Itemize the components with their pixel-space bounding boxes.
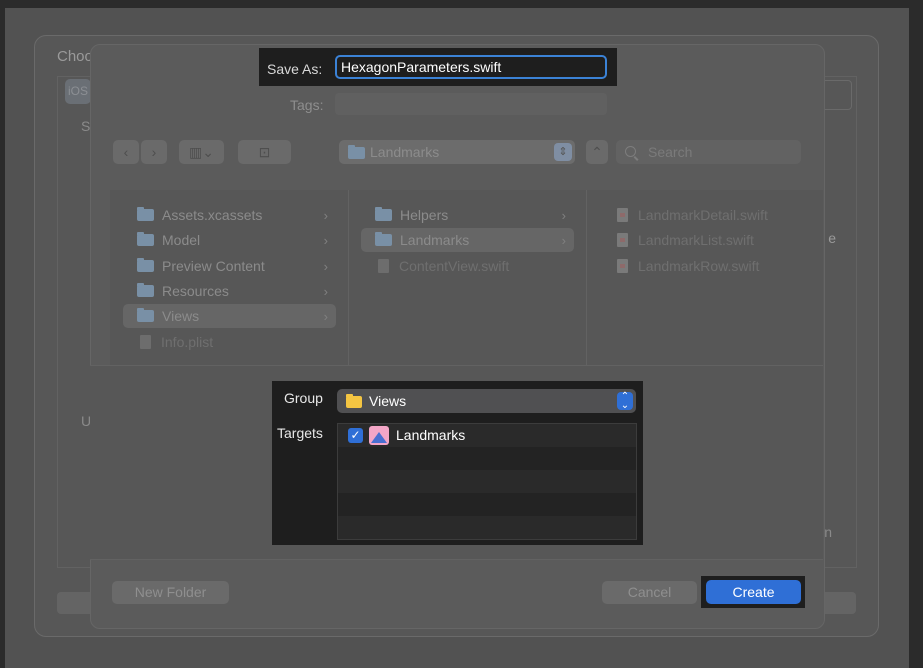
file-icon — [378, 259, 389, 273]
browser-item-label: LandmarkList.swift — [638, 232, 754, 248]
browser-item-label: Assets.xcassets — [162, 207, 263, 223]
folder-icon — [137, 283, 154, 297]
columns-icon: ▥⌄ — [189, 144, 214, 160]
group-label: Group — [284, 390, 323, 406]
column-divider — [348, 190, 349, 365]
empty-row — [338, 447, 636, 470]
targets-label: Targets — [277, 425, 323, 441]
location-popup[interactable]: Landmarks ⇕ — [339, 140, 575, 164]
browser-item-contentview[interactable]: ContentView.swift — [361, 254, 574, 278]
chevron-right-icon: › — [323, 308, 328, 324]
swift-file-icon — [617, 208, 628, 222]
create-button[interactable]: Create — [706, 580, 801, 604]
browser-item-landmarklist[interactable]: LandmarkList.swift — [600, 228, 813, 252]
group-popup[interactable]: Views ⌃ ⌄ — [337, 389, 636, 413]
background-title: Choo — [57, 48, 93, 65]
browser-item-label: Views — [162, 308, 200, 324]
empty-row — [338, 470, 636, 493]
chevron-right-icon: › — [561, 232, 566, 248]
chevron-right-icon: › — [323, 258, 328, 274]
targets-list: ✓ Landmarks — [337, 423, 637, 540]
save-as-label: Save As: — [267, 61, 323, 77]
tags-input[interactable] — [335, 93, 607, 115]
swift-file-icon — [617, 233, 628, 247]
browser-item-label: Preview Content — [162, 258, 265, 274]
browser-item-landmarkdetail[interactable]: LandmarkDetail.swift — [600, 203, 813, 227]
new-folder-toolbar-button[interactable]: ⊡ — [238, 140, 291, 164]
checkbox-icon[interactable]: ✓ — [348, 428, 363, 443]
tags-label: Tags: — [290, 97, 324, 113]
location-stepper-icon: ⇕ — [554, 143, 572, 161]
empty-row — [338, 493, 636, 516]
folder-icon — [375, 232, 392, 246]
folder-icon — [137, 207, 154, 221]
search-icon — [625, 146, 636, 157]
folder-icon — [375, 207, 392, 221]
chevron-right-icon: › — [323, 232, 328, 248]
location-label: Landmarks — [370, 144, 440, 160]
target-label: Landmarks — [396, 427, 466, 443]
file-icon — [140, 335, 151, 349]
stepper-icon: ⌃ ⌄ — [617, 392, 633, 411]
browser-item-label: Info.plist — [161, 334, 214, 350]
browser-item-info-plist[interactable]: Info.plist — [123, 330, 336, 354]
file-name-input[interactable] — [335, 55, 607, 79]
cancel-button[interactable]: Cancel — [602, 581, 697, 604]
folder-icon — [346, 394, 362, 408]
browser-item-label: Helpers — [400, 207, 449, 223]
browser-item-label: Landmarks — [400, 232, 470, 248]
column-divider — [586, 190, 587, 365]
browser-item-preview-content[interactable]: Preview Content › — [123, 254, 336, 278]
browser-item-views[interactable]: Views › — [123, 304, 336, 328]
chevron-right-icon: › — [151, 144, 157, 160]
target-row[interactable]: ✓ Landmarks — [338, 424, 636, 447]
folder-icon — [137, 258, 154, 272]
folder-icon — [348, 145, 365, 159]
group-value: Views — [369, 393, 407, 409]
browser-item-label: ContentView.swift — [399, 258, 510, 274]
background-ios-chip: iOS — [65, 79, 91, 104]
background-text-e: e — [828, 230, 836, 246]
folder-icon — [137, 308, 154, 322]
browser-item-label: LandmarkDetail.swift — [638, 207, 768, 223]
background-text-s: S — [81, 118, 91, 134]
background-text-n: n — [824, 524, 832, 540]
search-field[interactable]: Search — [616, 140, 801, 164]
chevron-right-icon: › — [323, 283, 328, 299]
swift-file-icon — [617, 259, 628, 273]
back-button[interactable]: ‹ — [113, 140, 139, 164]
browser-item-resources[interactable]: Resources › — [123, 279, 336, 303]
chevron-right-icon: › — [323, 207, 328, 223]
expand-toggle-button[interactable]: ⌃ — [586, 140, 608, 164]
new-folder-button[interactable]: New Folder — [112, 581, 229, 604]
browser-item-helpers[interactable]: Helpers › — [361, 203, 574, 227]
browser-item-label: Model — [162, 232, 201, 248]
empty-row — [338, 516, 636, 539]
folder-icon — [137, 232, 154, 246]
browser-item-landmarkrow[interactable]: LandmarkRow.swift — [600, 254, 813, 278]
forward-button[interactable]: › — [141, 140, 167, 164]
chevron-up-icon: ⌃ — [591, 144, 603, 160]
browser-item-label: Resources — [162, 283, 229, 299]
chevron-left-icon: ‹ — [123, 144, 129, 160]
app-icon — [369, 426, 389, 445]
view-options-button[interactable]: ▥⌄ — [179, 140, 224, 164]
browser-item-landmarks[interactable]: Landmarks › — [361, 228, 574, 252]
new-folder-icon: ⊡ — [258, 144, 271, 160]
browser-item-assets[interactable]: Assets.xcassets › — [123, 203, 336, 227]
browser-item-model[interactable]: Model › — [123, 228, 336, 252]
browser-item-label: LandmarkRow.swift — [638, 258, 760, 274]
search-placeholder: Search — [648, 144, 693, 160]
chevron-right-icon: › — [561, 207, 566, 223]
